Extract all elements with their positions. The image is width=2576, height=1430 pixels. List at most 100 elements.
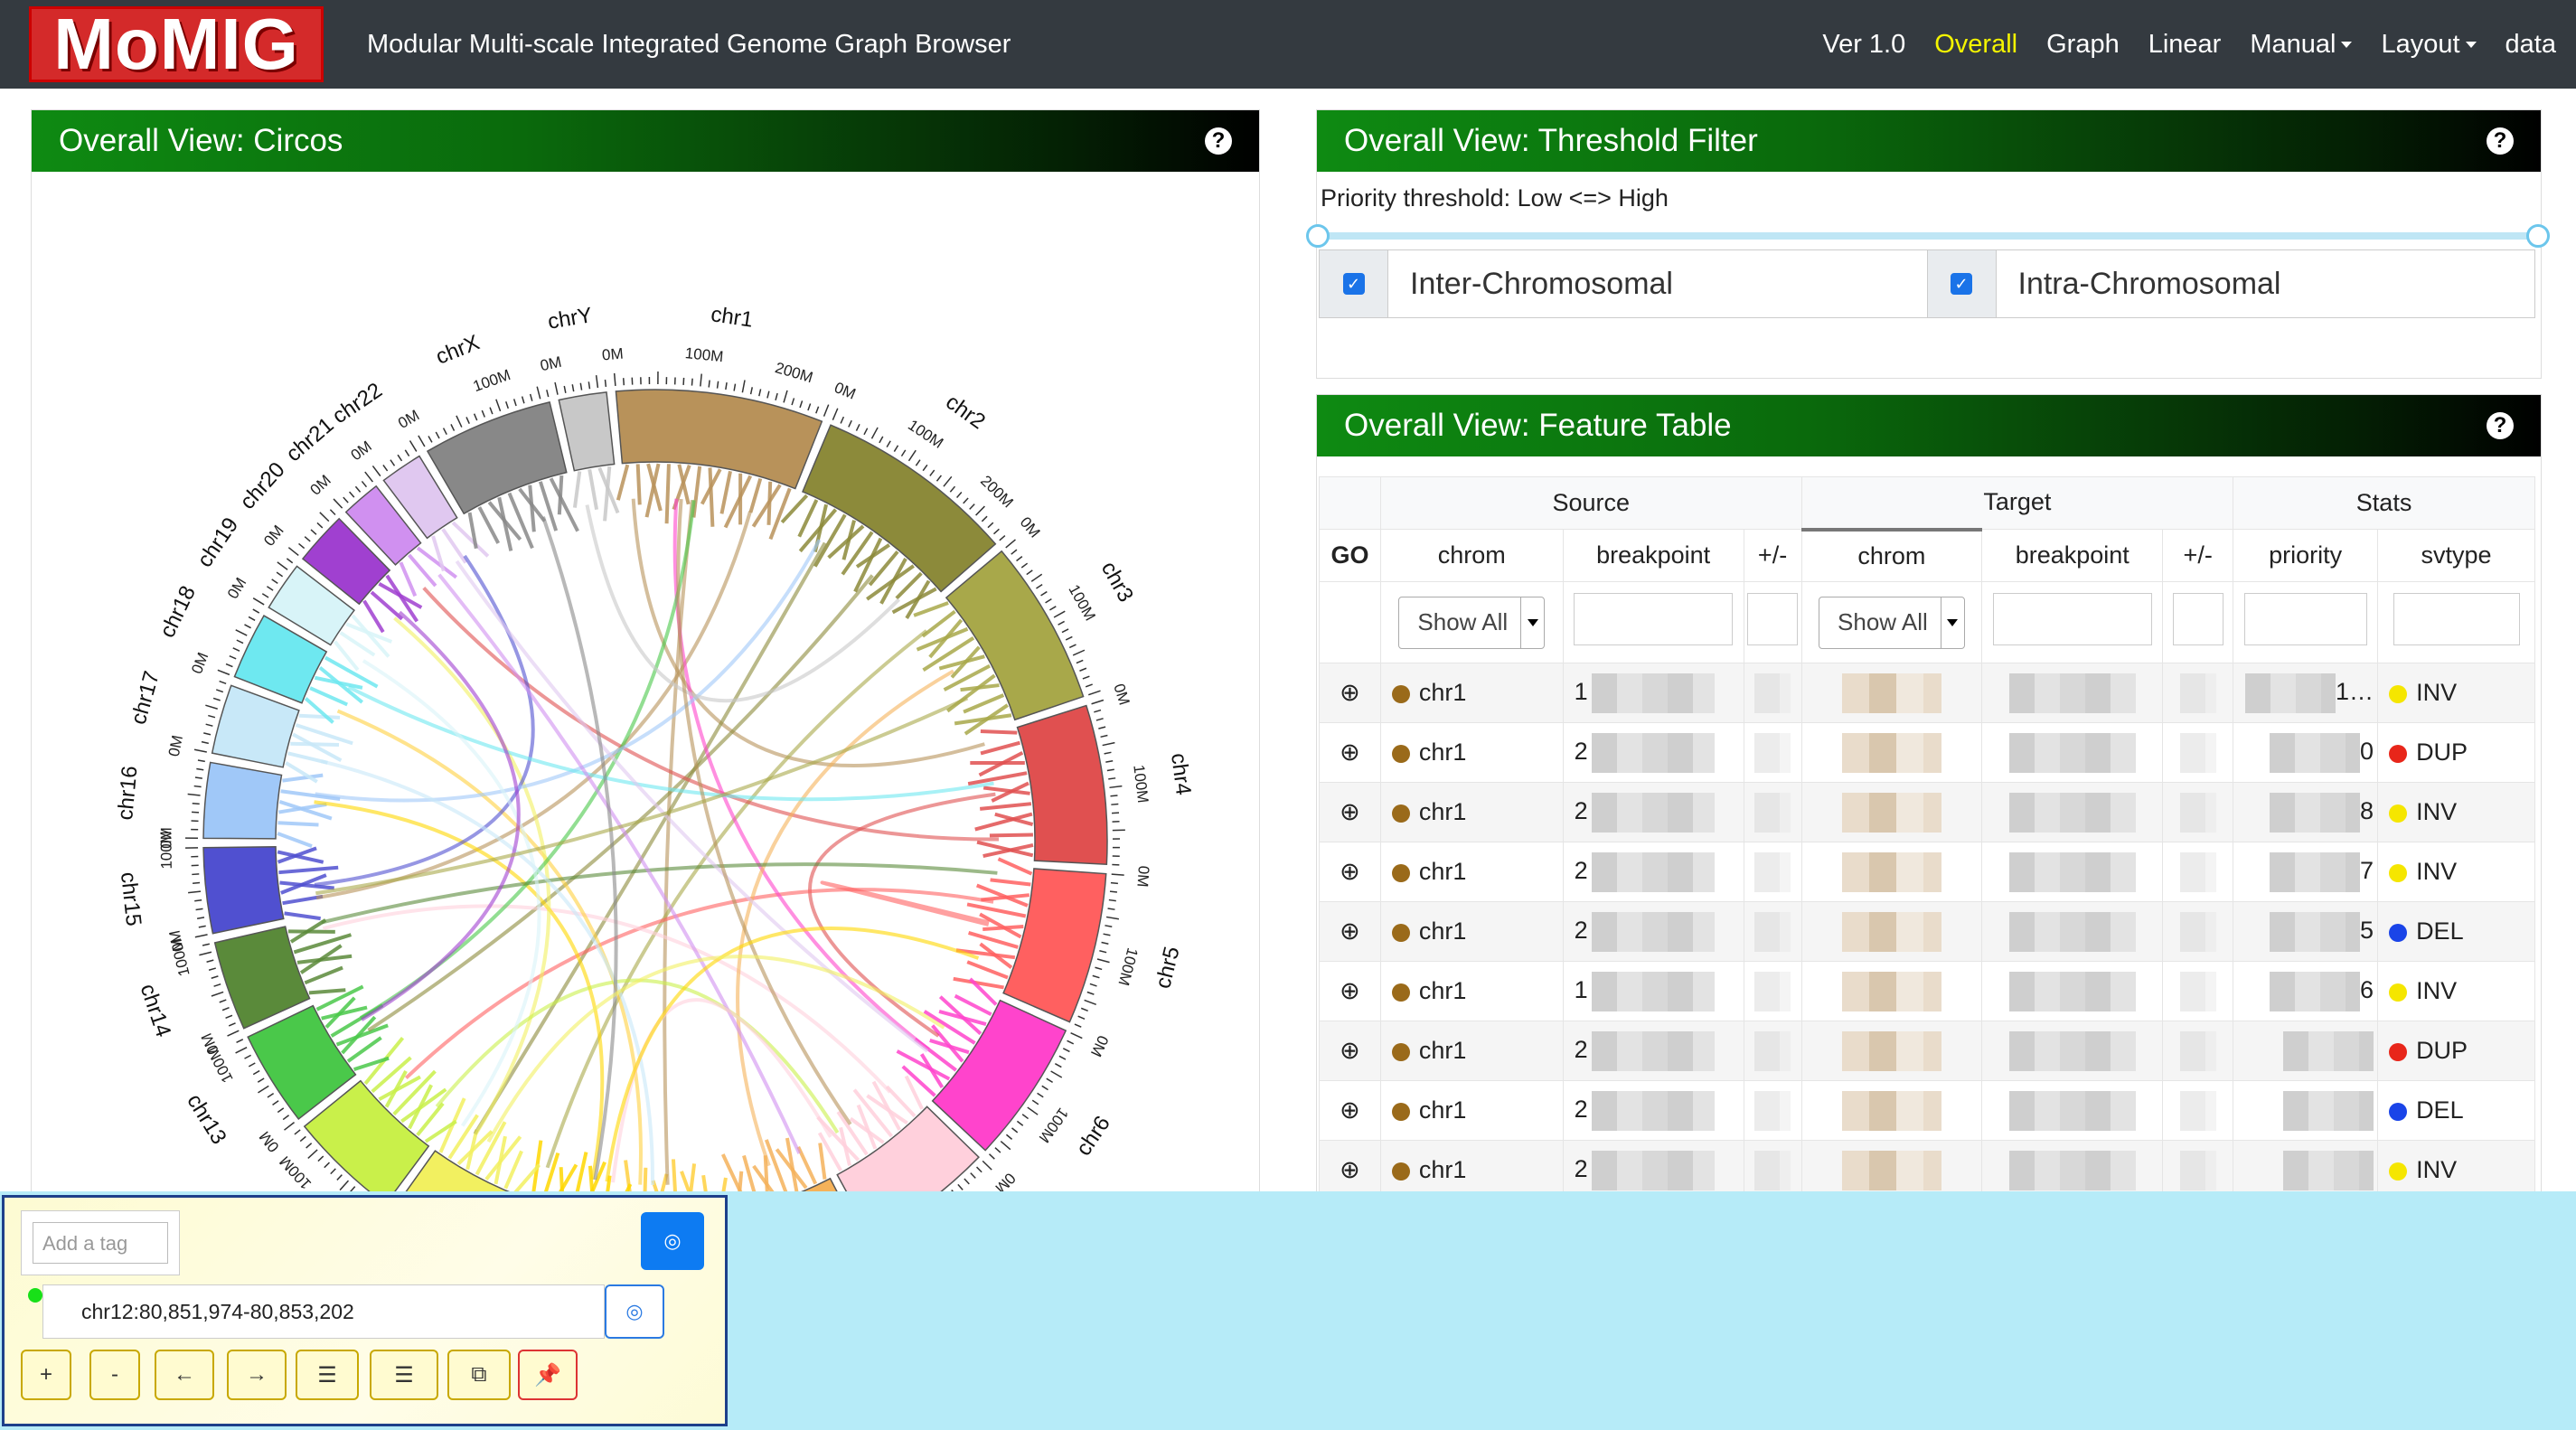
tick-mark [766,390,770,399]
tag-input[interactable]: Add a tag [33,1222,168,1264]
expand-icon[interactable]: ⊕ [1319,782,1381,842]
nav-overall[interactable]: Overall [1934,30,2017,60]
feature-table-panel: Overall View: Feature Table ? Source Tar… [1316,394,2542,1208]
nav-data[interactable]: data [2505,30,2556,60]
goto-locus-button[interactable]: ◎ [605,1284,664,1339]
tick-mark [456,415,463,428]
col-go[interactable]: GO [1319,529,1381,582]
circos-plot[interactable]: 0M 100M200Mchr10M100M200Mchr20M100Mchr30M… [32,173,1259,1203]
pin-icon[interactable]: 📌 [518,1350,578,1400]
tick-mark [1011,549,1018,555]
zoom-out-button[interactable]: - [89,1350,140,1400]
arrow-left-icon[interactable]: ← [155,1350,214,1400]
svtype-filter[interactable] [2393,593,2520,645]
table-row[interactable]: ⊕ chr1 1 6 INV [1319,961,2535,1021]
tgt-strand-filter[interactable] [2172,593,2223,645]
src-chrom: chr1 [1418,1156,1467,1183]
target-button[interactable]: ◎ [641,1212,704,1270]
tick-mark [741,380,746,393]
col-tgt-chrom[interactable]: chrom [1800,527,1983,582]
table-row[interactable]: ⊕ chr1 2 5 DEL [1319,901,2535,962]
tick-mark [807,403,812,411]
sv-band [557,475,564,515]
table-row[interactable]: ⊕ chr1 2 8 INV [1319,782,2535,842]
help-icon[interactable]: ? [2487,127,2514,155]
col-tgt-breakpoint[interactable]: breakpoint [1981,529,2164,582]
inter-checkbox-cell[interactable]: ✓ [1320,250,1388,317]
tick-label: 100M [684,344,724,365]
tick-mark [306,1143,313,1149]
table-row[interactable]: ⊕ chr1 2 0 DUP [1319,722,2535,783]
inter-checkbox[interactable]: ✓ [1342,273,1365,295]
nav-graph[interactable]: Graph [2046,30,2120,60]
redacted-value [2008,1150,2136,1190]
col-tgt-strand[interactable]: +/- [2162,529,2234,582]
expand-icon[interactable]: ⊕ [1319,722,1381,783]
tick-mark [1021,1114,1029,1120]
src-chrom-filter[interactable]: Show All [1398,596,1546,649]
src-strand-filter[interactable] [1747,593,1799,645]
sv-band [298,713,341,720]
chrom-dot [1391,744,1410,763]
zoom-in-button[interactable]: + [21,1350,71,1400]
expand-icon[interactable]: ⊕ [1319,663,1381,723]
nav-linear[interactable]: Linear [2148,30,2222,60]
tick-mark [1045,598,1052,604]
priority-filter[interactable] [2243,593,2367,645]
col-src-breakpoint[interactable]: breakpoint [1562,529,1744,582]
redacted-value [2008,1030,2136,1071]
tick-mark [258,1085,269,1094]
tick-mark [1105,760,1114,763]
src-breakpoint-filter[interactable] [1574,593,1734,645]
intra-checkbox[interactable]: ✓ [1951,273,1972,295]
chromosome-label: chrX [432,330,483,369]
tick-mark [988,1153,995,1160]
help-icon[interactable]: ? [2487,412,2514,439]
sv-band [708,467,715,527]
chromosome-label: chr5 [1151,944,1184,991]
feature-table: Source Target Stats GO chrom breakpoint … [1319,476,2535,1200]
expand-icon[interactable]: ⊕ [1319,842,1381,902]
panel-title: Overall View: Circos [59,123,343,158]
svtype-value: DEL [2416,1096,2464,1124]
col-src-chrom[interactable]: chrom [1379,529,1564,582]
slider-handle-high[interactable] [2526,224,2550,248]
tick-mark [1095,718,1104,721]
tick-label: 100M [1130,764,1152,804]
col-priority[interactable]: priority [2233,529,2379,582]
nav-version[interactable]: Ver 1.0 [1822,30,1905,60]
col-svtype[interactable]: svtype [2377,529,2535,582]
tick-mark [195,908,203,911]
help-icon[interactable]: ? [1205,127,1232,155]
tick-label: 0M [1087,1033,1112,1059]
expand-icon[interactable]: ⊕ [1319,901,1381,962]
copy-icon[interactable]: ⧉ [447,1350,511,1400]
chromosome-arc-chr2 [802,424,997,593]
expand-icon[interactable]: ⊕ [1319,1021,1381,1081]
momig-logo[interactable]: MoMIG [29,6,324,82]
align-left-icon[interactable]: ☰ [296,1350,359,1400]
svtype-dot [2389,923,2408,942]
slider-handle-low[interactable] [1306,224,1330,248]
tick-mark [299,1135,306,1143]
table-row[interactable]: ⊕ chr1 2 DEL [1319,1080,2535,1141]
intra-checkbox-cell[interactable]: ✓ [1927,250,1997,317]
align-right-icon[interactable]: ☰ [370,1350,438,1400]
expand-icon[interactable]: ⊕ [1319,961,1381,1021]
tick-mark [963,497,969,504]
tick-mark [481,409,485,418]
tgt-chrom-filter[interactable]: Show All [1819,596,1965,649]
expand-icon[interactable]: ⊕ [1319,1080,1381,1141]
nav-layout-dropdown[interactable]: Layout [2381,30,2477,60]
nav-manual-dropdown[interactable]: Manual [2250,30,2353,60]
tick-mark [267,1093,275,1098]
priority-slider-track[interactable] [1317,232,2539,240]
table-row[interactable]: ⊕ chr1 2 7 INV [1319,842,2535,902]
locus-input[interactable]: chr12:80,851,974-80,853,202 [42,1284,605,1339]
col-src-strand[interactable]: +/- [1743,529,1802,582]
redacted-value [1754,673,1791,713]
tgt-breakpoint-filter[interactable] [1992,593,2152,645]
table-row[interactable]: ⊕ chr1 1 1… INV [1319,663,2535,723]
table-row[interactable]: ⊕ chr1 2 DUP [1319,1021,2535,1081]
arrow-right-icon[interactable]: → [227,1350,287,1400]
